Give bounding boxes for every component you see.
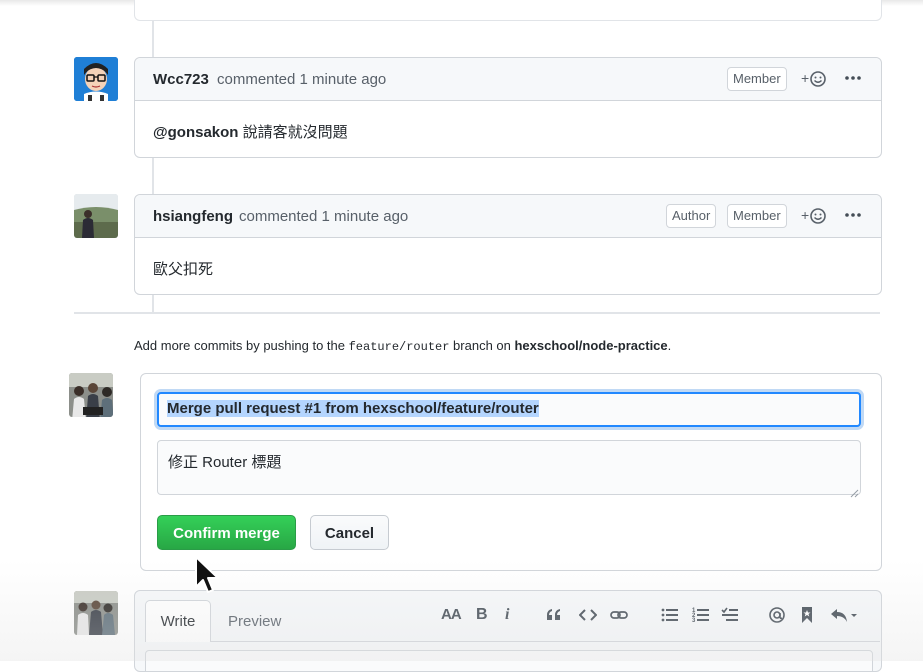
heading-icon[interactable]: AA: [441, 606, 462, 626]
mouse-cursor-icon: [193, 555, 223, 599]
quote-icon[interactable]: [545, 606, 563, 626]
numbered-list-icon[interactable]: 123: [692, 606, 710, 626]
comment-card: hsiangfeng commented 1 minute ago Author…: [134, 194, 882, 295]
comment-author[interactable]: Wcc723: [153, 71, 209, 88]
cancel-button[interactable]: Cancel: [310, 515, 389, 550]
timeline-line: [152, 157, 154, 195]
member-badge: Member: [727, 67, 787, 91]
mention-icon[interactable]: [768, 606, 786, 626]
comment-card: Wcc723 commented 1 minute ago Member + @…: [134, 57, 882, 158]
svg-text:+: +: [801, 207, 809, 223]
avatar[interactable]: [74, 591, 118, 635]
task-list-icon[interactable]: [721, 606, 739, 626]
tab-write[interactable]: Write: [145, 600, 211, 642]
code-icon[interactable]: [579, 606, 597, 626]
selected-text: Merge pull request #1 from hexschool/fea…: [167, 400, 539, 417]
comment-timestamp[interactable]: commented 1 minute ago: [239, 208, 408, 225]
add-reaction-icon[interactable]: +: [801, 205, 829, 227]
previous-comment-box: [134, 0, 882, 21]
comment-header: Wcc723 commented 1 minute ago Member +: [135, 58, 881, 101]
avatar[interactable]: [69, 373, 113, 417]
comment-author[interactable]: hsiangfeng: [153, 208, 233, 225]
kebab-menu-icon[interactable]: [843, 68, 863, 88]
editor-tabs-border: [145, 641, 880, 642]
comment-timestamp[interactable]: commented 1 minute ago: [217, 71, 386, 88]
confirm-merge-button[interactable]: Confirm merge: [157, 515, 296, 550]
add-reaction-icon[interactable]: +: [801, 68, 829, 90]
avatar[interactable]: [74, 194, 118, 238]
timeline-line: [152, 20, 154, 58]
link-icon[interactable]: [610, 606, 628, 626]
italic-icon[interactable]: i: [505, 606, 509, 626]
repo-link[interactable]: hexschool/node-practice: [514, 338, 667, 353]
hint-text: .: [667, 338, 672, 353]
timeline-line: [152, 294, 154, 312]
resize-handle-icon[interactable]: [850, 485, 859, 498]
bold-icon[interactable]: B: [476, 606, 488, 626]
author-badge: Author: [666, 204, 717, 228]
photo-avatar-icon: [74, 194, 118, 238]
merge-message-textarea[interactable]: 修正 Router 標題: [157, 440, 861, 495]
merge-title-input[interactable]: Merge pull request #1 from hexschool/fea…: [157, 392, 861, 427]
timeline-divider: [74, 312, 880, 314]
cartoon-avatar-icon: [74, 57, 118, 101]
tab-preview[interactable]: Preview: [228, 613, 281, 630]
reply-icon[interactable]: [830, 606, 860, 626]
kebab-menu-icon[interactable]: [843, 205, 863, 225]
hint-text: branch on: [449, 338, 515, 353]
comment-body: @gonsakon 說請客就沒問題: [153, 121, 348, 142]
comment-text: 歐父扣死: [153, 261, 214, 278]
group-photo-avatar-icon: [74, 591, 118, 635]
branch-name: feature/router: [348, 340, 450, 354]
svg-text:+: +: [801, 70, 809, 86]
push-commits-hint: Add more commits by pushing to the featu…: [134, 338, 671, 354]
member-badge: Member: [727, 204, 787, 228]
bulleted-list-icon[interactable]: [661, 606, 679, 626]
hint-text: Add more commits by pushing to the: [134, 338, 349, 353]
group-photo-avatar-icon: [69, 373, 113, 417]
avatar[interactable]: [74, 57, 118, 101]
saved-reply-icon[interactable]: [800, 606, 814, 626]
comment-header: hsiangfeng commented 1 minute ago Author…: [135, 195, 881, 238]
comment-body: 歐父扣死: [153, 258, 213, 279]
svg-text:3: 3: [692, 618, 696, 624]
comment-text: 說請客就沒問題: [238, 124, 348, 141]
user-mention-link[interactable]: @gonsakon: [153, 124, 238, 141]
comment-textarea[interactable]: [145, 650, 873, 672]
